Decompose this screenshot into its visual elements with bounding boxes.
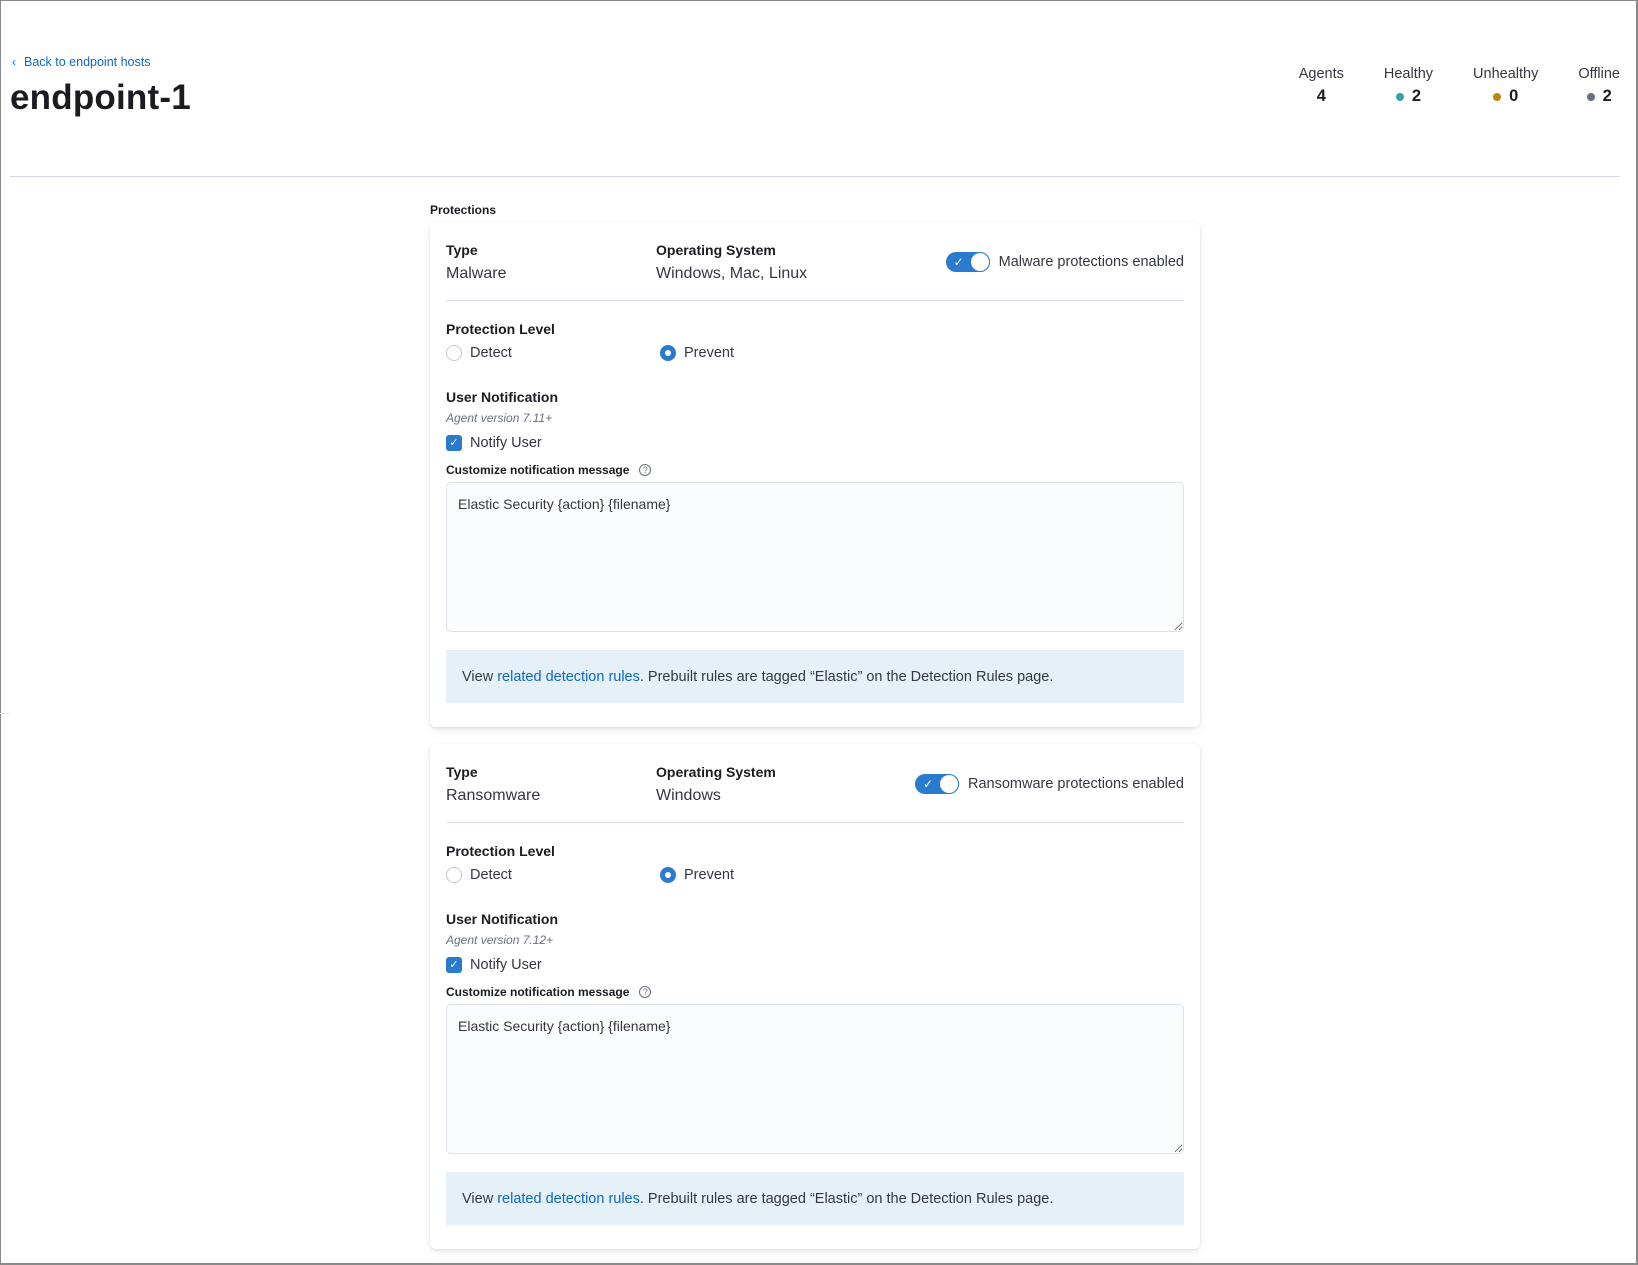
check-icon: ✓ <box>922 777 934 791</box>
related-detection-rules-link[interactable]: related detection rules <box>497 669 640 685</box>
stat-label: Unhealthy <box>1473 66 1539 82</box>
checkbox-label: Notify User <box>470 435 542 451</box>
os-label: Operating System <box>656 764 776 780</box>
radio-label: Detect <box>470 867 512 883</box>
malware-protection-card: Type Malware Operating System Windows, M… <box>430 222 1200 727</box>
radio-detect[interactable]: Detect <box>446 867 512 883</box>
os-label: Operating System <box>656 242 776 258</box>
stat-unhealthy: Unhealthy 0 <box>1473 66 1538 106</box>
card-divider <box>446 300 1184 301</box>
question-circle-icon[interactable]: ? <box>639 986 652 998</box>
os-value: Windows <box>656 787 721 804</box>
stat-healthy: Healthy 2 <box>1384 66 1433 106</box>
unhealthy-status-dot-icon <box>1493 92 1502 101</box>
type-value: Malware <box>446 265 507 282</box>
stat-value: 4 <box>1316 87 1326 105</box>
detection-rules-callout: View related detection rules. Prebuilt r… <box>446 650 1184 703</box>
notification-message-textarea[interactable]: Elastic Security {action} {filename} <box>446 482 1184 632</box>
stat-value: 2 <box>1411 87 1422 105</box>
back-to-endpoint-hosts-link[interactable]: ‹ Back to endpoint hosts <box>12 55 150 69</box>
agent-version-note: Agent version 7.11+ <box>446 411 553 425</box>
callout-prefix: View <box>462 668 494 685</box>
stat-value: 2 <box>1602 87 1612 105</box>
stat-agents: Agents 4 <box>1299 66 1344 106</box>
page-title: endpoint-1 <box>10 78 191 117</box>
type-label: Type <box>446 764 478 780</box>
protection-level-radio-group: Detect Prevent <box>446 867 1184 891</box>
stat-offline: Offline 2 <box>1578 66 1620 106</box>
ransomware-protection-card: Type Ransomware Operating System Windows… <box>430 744 1200 1249</box>
toggle-switch[interactable]: ✓ <box>945 252 990 272</box>
malware-protections-toggle[interactable]: ✓ Malware protections enabled <box>945 252 1184 272</box>
radio-label: Detect <box>470 345 512 361</box>
toggle-label: Ransomware protections enabled <box>967 776 1184 792</box>
notification-message-textarea[interactable]: Elastic Security {action} {filename} <box>446 1004 1184 1154</box>
customize-message-label: Customize notification message <box>446 985 630 999</box>
stat-label: Healthy <box>1383 66 1434 82</box>
protection-level-radio-group: Detect Prevent <box>446 345 1184 369</box>
user-notification-label: User Notification <box>446 911 559 927</box>
checkbox-label: Notify User <box>470 957 542 973</box>
header-divider <box>10 176 1620 177</box>
radio-label: Prevent <box>684 345 734 361</box>
notify-user-checkbox[interactable]: ✓ Notify User <box>446 435 1184 451</box>
stat-label: Offline <box>1578 66 1620 82</box>
check-icon: ✓ <box>953 255 964 269</box>
protections-section-title: Protections <box>430 203 497 217</box>
callout-suffix: . Prebuilt rules are tagged “Elastic” on… <box>639 1190 1054 1207</box>
toggle-switch[interactable]: ✓ <box>914 774 959 794</box>
radio-detect[interactable]: Detect <box>446 345 512 361</box>
checkbox-checked-icon[interactable]: ✓ <box>446 957 462 973</box>
back-link-label: Back to endpoint hosts <box>24 55 151 69</box>
agent-stats: Agents 4 Healthy 2 Unhealthy 0 Offline 2 <box>1299 66 1620 106</box>
toggle-label: Malware protections enabled <box>998 254 1184 270</box>
callout-prefix: View <box>462 1190 494 1207</box>
radio-prevent[interactable]: Prevent <box>660 867 734 883</box>
question-circle-icon[interactable]: ? <box>639 464 652 476</box>
stat-value: 0 <box>1509 87 1519 105</box>
notify-user-checkbox[interactable]: ✓ Notify User <box>446 957 1184 973</box>
radio-circle-icon[interactable] <box>446 867 462 883</box>
related-detection-rules-link[interactable]: related detection rules <box>497 1191 640 1207</box>
offline-status-dot-icon <box>1586 92 1595 101</box>
checkbox-checked-icon[interactable]: ✓ <box>446 435 462 451</box>
healthy-status-dot-icon <box>1395 92 1404 101</box>
type-label: Type <box>446 242 478 258</box>
ransomware-protections-toggle[interactable]: ✓ Ransomware protections enabled <box>914 774 1184 794</box>
radio-selected-icon[interactable] <box>660 867 676 883</box>
type-value: Ransomware <box>446 787 541 804</box>
radio-label: Prevent <box>684 867 734 883</box>
radio-selected-icon[interactable] <box>660 345 676 361</box>
callout-suffix: . Prebuilt rules are tagged “Elastic” on… <box>639 668 1054 685</box>
stat-label: Agents <box>1298 66 1344 82</box>
agent-version-note: Agent version 7.12+ <box>446 933 554 947</box>
radio-circle-icon[interactable] <box>446 345 462 361</box>
user-notification-label: User Notification <box>446 389 559 405</box>
os-value: Windows, Mac, Linux <box>656 265 808 282</box>
card-divider <box>446 822 1184 823</box>
detection-rules-callout: View related detection rules. Prebuilt r… <box>446 1172 1184 1225</box>
radio-prevent[interactable]: Prevent <box>660 345 734 361</box>
edge-mark <box>0 713 10 714</box>
protection-level-label: Protection Level <box>446 843 555 859</box>
protection-level-label: Protection Level <box>446 321 555 337</box>
chevron-left-icon: ‹ <box>12 55 16 69</box>
customize-message-label: Customize notification message <box>446 463 630 477</box>
